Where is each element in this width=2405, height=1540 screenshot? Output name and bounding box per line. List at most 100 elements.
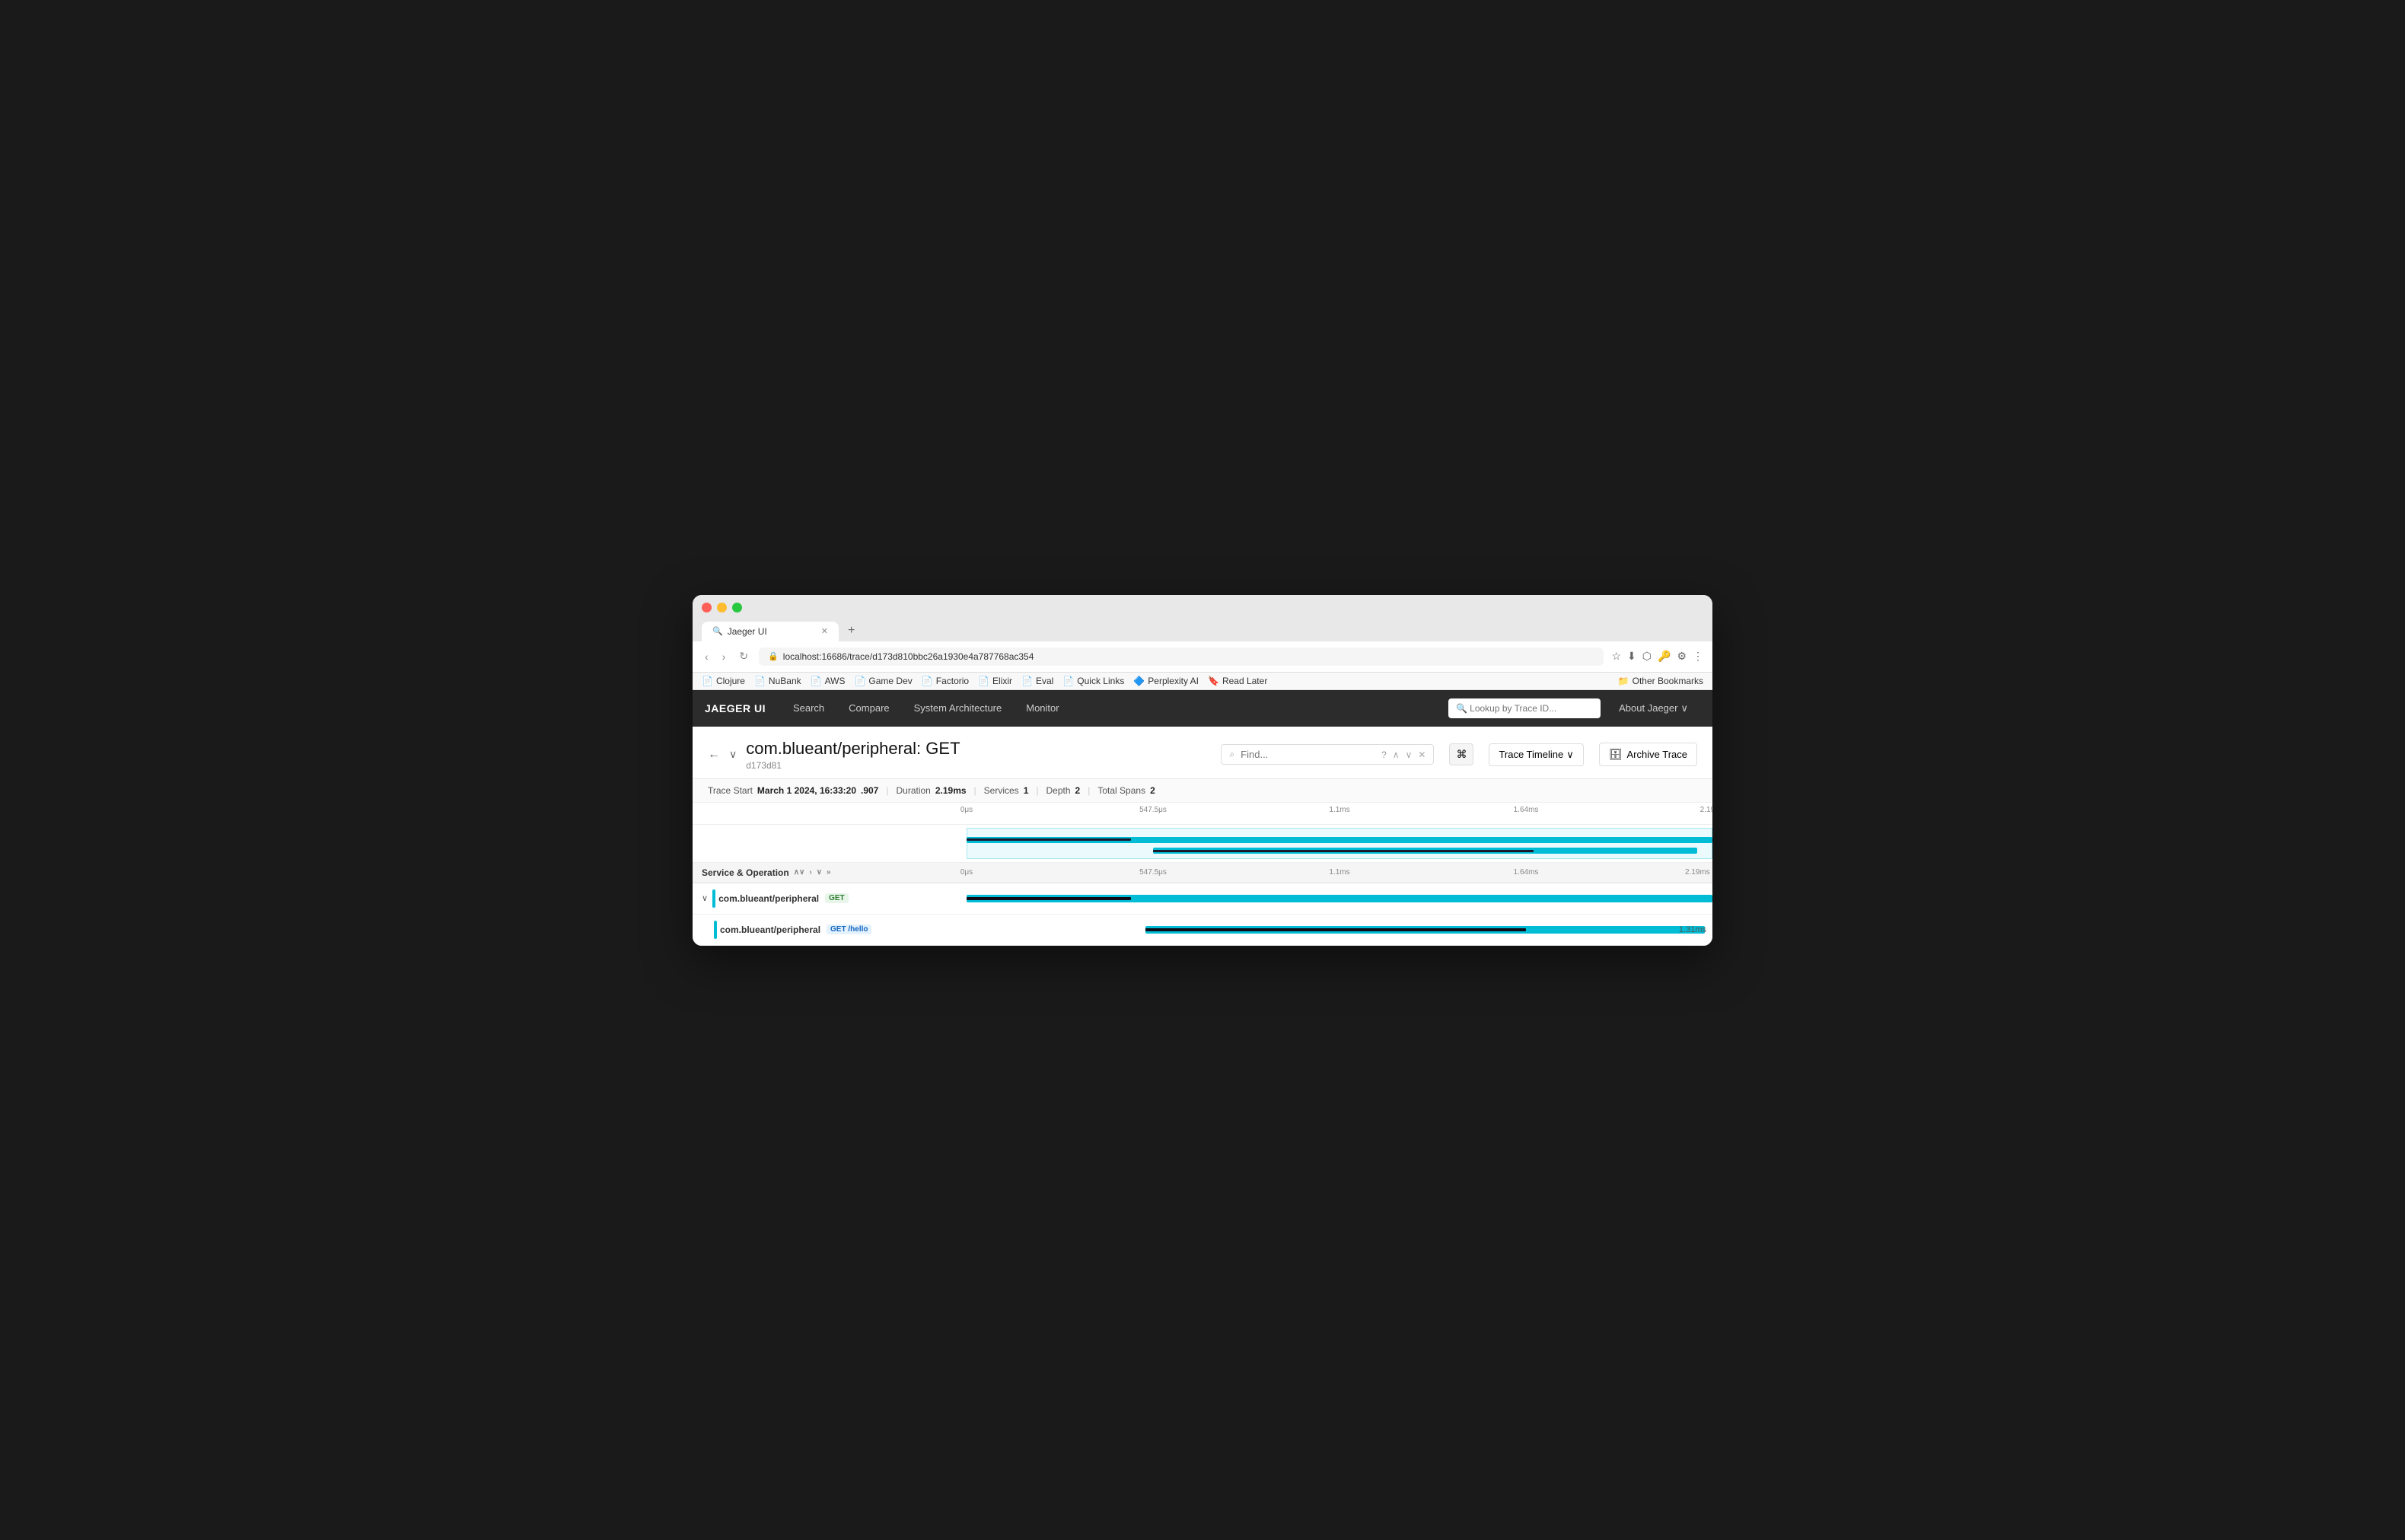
span-left-2: com.blueant/peripheral GET /hello: [693, 915, 967, 945]
bookmark-folder-icon: 📁: [1618, 676, 1629, 686]
trace-find-help-icon[interactable]: ?: [1381, 749, 1387, 760]
bookmark-aws-icon: 📄: [811, 676, 822, 686]
trace-find-down-icon[interactable]: ∨: [1406, 749, 1413, 760]
jaeger-nav: JAEGER UI Search Compare System Architec…: [693, 690, 1712, 727]
trace-start-date: March 1 2024, 16:33:20: [757, 785, 856, 796]
minimap[interactable]: [693, 825, 1712, 863]
bookmark-clojure[interactable]: 📄 Clojure: [702, 676, 745, 686]
trace-find-up-icon[interactable]: ∧: [1393, 749, 1400, 760]
trace-duration-label: Duration: [896, 785, 930, 796]
bookmark-nubank[interactable]: 📄 NuBank: [754, 676, 801, 686]
new-tab-button[interactable]: +: [840, 620, 862, 641]
trace-services-label: Services: [984, 785, 1019, 796]
span-bar-dark-2: [1145, 928, 1526, 931]
trace-meta: Trace Start March 1 2024, 16:33:20.907 |…: [693, 779, 1712, 803]
tab-title: Jaeger UI: [728, 626, 767, 637]
extension-icon-3[interactable]: ⚙: [1677, 650, 1687, 663]
bookmark-factorio-icon: 📄: [922, 676, 933, 686]
th-timeline: 0μs 547.5μs 1.1ms 1.64ms 2.19ms: [967, 867, 1712, 878]
extension-icon-2[interactable]: 🔑: [1658, 650, 1671, 663]
span-left-1: ∨ com.blueant/peripheral GET: [693, 883, 967, 914]
address-input[interactable]: 🔒 localhost:16686/trace/d173d810bbc26a19…: [759, 648, 1604, 666]
span-service-2: com.blueant/peripheral: [720, 924, 820, 935]
trace-id: d173d81: [746, 760, 960, 771]
chevron-down-icon: ∨: [1680, 702, 1688, 714]
bookmark-eval[interactable]: 📄 Eval: [1021, 676, 1053, 686]
download-icon[interactable]: ⬇: [1627, 650, 1636, 663]
minimap-darkbar-2: [1153, 850, 1534, 852]
keyboard-shortcut-button[interactable]: ⌘: [1449, 743, 1473, 765]
bookmark-elixir-icon: 📄: [978, 676, 989, 686]
extension-icon-1[interactable]: ⬡: [1642, 650, 1652, 663]
bookmark-gamedev[interactable]: 📄 Game Dev: [854, 676, 912, 686]
minimap-selection[interactable]: [967, 828, 1712, 859]
sort-right-icon[interactable]: ›: [809, 868, 811, 877]
ruler-tick-4: 2.19ms: [1700, 806, 1712, 814]
sort-double-right-icon[interactable]: »: [827, 868, 831, 877]
archive-trace-button[interactable]: 🗄 Archive Trace: [1599, 743, 1697, 766]
ruler-tick-2: 1.1ms: [1329, 806, 1349, 814]
bookmark-readlater[interactable]: 🔖 Read Later: [1208, 676, 1267, 686]
bookmark-quicklinks[interactable]: 📄 Quick Links: [1062, 676, 1124, 686]
security-icon: 🔒: [768, 651, 779, 661]
trace-find-input[interactable]: [1241, 749, 1375, 760]
minimap-inner: [967, 828, 1712, 859]
th-service-op-label: Service & Operation: [702, 867, 789, 878]
span-method-badge-2: GET /hello: [827, 924, 871, 934]
span-bar-dark-1: [967, 897, 1131, 900]
forward-nav-button[interactable]: ›: [719, 649, 729, 664]
minimap-darkbar-1: [967, 838, 1131, 841]
bookmark-factorio[interactable]: 📄 Factorio: [922, 676, 969, 686]
trace-find-icon: ⌕: [1229, 749, 1234, 760]
span-color-bar-2: [714, 921, 717, 939]
address-bar: ‹ › ↻ 🔒 localhost:16686/trace/d173d810bb…: [693, 641, 1712, 673]
back-button[interactable]: ←: [708, 748, 720, 762]
bookmark-quicklinks-icon: 📄: [1062, 676, 1074, 686]
back-nav-button[interactable]: ‹: [702, 649, 712, 664]
th-tick-1: 547.5μs: [1139, 868, 1167, 877]
menu-icon[interactable]: ⋮: [1693, 650, 1703, 663]
tab-close-button[interactable]: ✕: [821, 626, 828, 636]
tabs-bar: 🔍 Jaeger UI ✕ +: [702, 620, 1703, 641]
trace-title-block: com.blueant/peripheral: GET d173d81: [746, 739, 960, 771]
th-tick-0: 0μs: [960, 868, 973, 877]
traffic-lights: [702, 603, 1703, 612]
browser-toolbar-icons: ☆ ⬇ ⬡ 🔑 ⚙ ⋮: [1611, 650, 1703, 663]
table-row[interactable]: ∨ com.blueant/peripheral GET: [693, 883, 1712, 915]
nav-search[interactable]: Search: [781, 690, 836, 727]
bookmark-nubank-icon: 📄: [754, 676, 766, 686]
close-button[interactable]: [702, 603, 712, 612]
minimize-button[interactable]: [717, 603, 727, 612]
active-tab[interactable]: 🔍 Jaeger UI ✕: [702, 622, 839, 641]
nav-compare[interactable]: Compare: [836, 690, 901, 727]
trace-chevron-button[interactable]: ∨: [729, 748, 737, 761]
nav-monitor[interactable]: Monitor: [1014, 690, 1071, 727]
table-row[interactable]: com.blueant/peripheral GET /hello 1.31ms: [693, 915, 1712, 946]
app-content: JAEGER UI Search Compare System Architec…: [693, 690, 1712, 946]
sort-updown-icon[interactable]: ∧∨: [794, 868, 805, 877]
trace-title: com.blueant/peripheral: GET: [746, 739, 960, 759]
bookmark-perplexity[interactable]: 🔷 Perplexity AI: [1133, 676, 1199, 686]
maximize-button[interactable]: [732, 603, 742, 612]
trace-find-close-icon[interactable]: ✕: [1418, 749, 1425, 760]
nav-system-architecture[interactable]: System Architecture: [902, 690, 1015, 727]
bookmark-gamedev-icon: 📄: [854, 676, 865, 686]
span-color-bar-1: [712, 889, 715, 908]
trace-services-val: 1: [1024, 785, 1029, 796]
timeline-ruler-top: 0μs 547.5μs 1.1ms 1.64ms 2.19ms: [693, 803, 1712, 825]
browser-window: 🔍 Jaeger UI ✕ + ‹ › ↻ 🔒 localhost:16686/…: [693, 595, 1712, 946]
reload-button[interactable]: ↻: [736, 648, 751, 664]
bookmark-elixir[interactable]: 📄 Elixir: [978, 676, 1012, 686]
bookmark-other[interactable]: 📁 Other Bookmarks: [1618, 676, 1703, 686]
th-tick-3: 1.64ms: [1514, 868, 1539, 877]
about-jaeger-button[interactable]: About Jaeger ∨: [1607, 702, 1700, 714]
sort-down-icon[interactable]: ∨: [817, 868, 822, 877]
lookup-trace-input[interactable]: [1448, 698, 1601, 718]
trace-total-spans-label: Total Spans: [1097, 785, 1145, 796]
trace-find-box: ⌕ ? ∧ ∨ ✕: [1221, 744, 1434, 765]
bookmark-aws[interactable]: 📄 AWS: [811, 676, 846, 686]
bookmark-star-icon[interactable]: ☆: [1611, 650, 1621, 663]
trace-timeline-button[interactable]: Trace Timeline ∨: [1489, 743, 1583, 766]
span-method-badge-1: GET: [825, 893, 849, 903]
span-collapse-toggle-1[interactable]: ∨: [702, 893, 708, 903]
